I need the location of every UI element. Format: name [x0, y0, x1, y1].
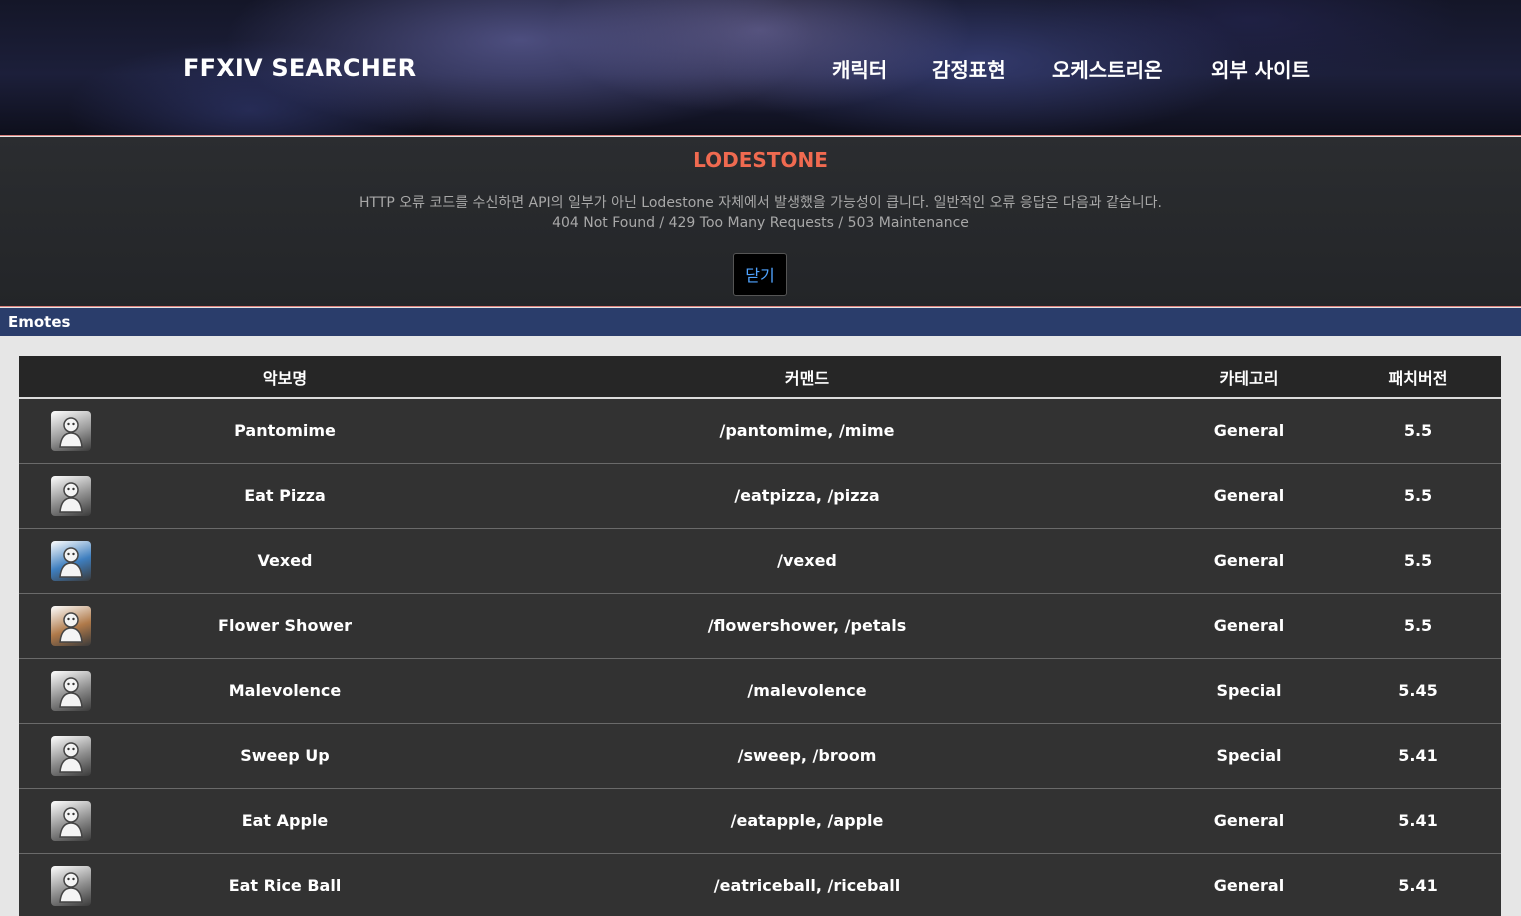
emote-name: Eat Pizza [244, 486, 326, 505]
section-title: Emotes [0, 308, 1521, 336]
header-category[interactable]: 카테고리 [1163, 356, 1335, 399]
nav-item-emotes[interactable]: 감정표현 [932, 54, 1006, 83]
eat-rice-ball-icon [51, 865, 91, 906]
emote-name: Malevolence [228, 681, 342, 700]
table-row[interactable]: Eat Pizza/eatpizza, /pizza General 5.5 [19, 463, 1501, 528]
emote-command: /pantomime, /mime [719, 421, 895, 441]
emote-name: Eat Rice Ball [228, 876, 342, 895]
nav-item-character[interactable]: 캐릭터 [832, 54, 887, 83]
emote-command: /vexed [777, 551, 837, 570]
emote-command: /sweep, /broom [737, 746, 877, 765]
emote-icon-cell [19, 788, 119, 853]
emote-icon-cell [19, 658, 119, 723]
vexed-icon [51, 540, 91, 581]
header-command[interactable]: 커맨드 [451, 356, 1163, 399]
emote-command: /eatapple, /apple [730, 811, 884, 830]
table-row[interactable]: Eat Rice Ball/eatriceball, /riceball Gene… [19, 853, 1501, 916]
emote-category: General [1213, 421, 1285, 441]
header-name[interactable]: 악보명 [119, 356, 451, 399]
eat-pizza-icon [51, 475, 91, 516]
table-row[interactable]: Flower Shower/flowershower, /petals Gener… [19, 593, 1501, 658]
emote-name: Vexed [257, 551, 313, 570]
emote-command: /eatriceball, /riceball [713, 876, 901, 895]
emote-icon-cell [19, 528, 119, 593]
emote-category: General [1213, 486, 1285, 505]
emote-patch-version: 5.41 [1398, 746, 1438, 765]
eat-apple-icon [51, 800, 91, 841]
table-row[interactable]: Sweep Up/sweep, /broom Special 5.41 [19, 723, 1501, 788]
notice-message: HTTP 오류 코드를 수신하면 API의 일부가 아닌 Lodestone 자… [358, 195, 1162, 211]
emote-name: Sweep Up [240, 746, 330, 765]
emote-icon-cell [19, 398, 119, 463]
emote-category: General [1213, 551, 1285, 570]
lodestone-notice: LODESTONE HTTP 오류 코드를 수신하면 API의 일부가 아닌 L… [0, 137, 1521, 307]
emotes-table-container: 악보명 커맨드 카테고리 패치버전 Pantomime/pantomime, /… [19, 356, 1501, 916]
emote-patch-version: 5.5 [1403, 486, 1433, 505]
nav-item-external-sites[interactable]: 외부 사이트 [1211, 54, 1310, 83]
close-button[interactable]: 닫기 [733, 253, 787, 296]
emote-name: Flower Shower [218, 616, 352, 635]
main-nav: 캐릭터 감정표현 오케스트리온 외부 사이트 [0, 54, 1521, 84]
table-header-row: 악보명 커맨드 카테고리 패치버전 [19, 356, 1501, 399]
emote-category: General [1213, 616, 1285, 635]
emote-patch-version: 5.41 [1398, 876, 1438, 895]
emote-command: /eatpizza, /pizza [734, 486, 880, 505]
notice-title: LODESTONE [693, 148, 828, 172]
emote-icon-cell [19, 853, 119, 916]
emote-patch-version: 5.45 [1398, 681, 1438, 700]
emote-icon-cell [19, 723, 119, 788]
emote-patch-version: 5.41 [1398, 811, 1438, 830]
nav-item-orchestrion[interactable]: 오케스트리온 [1052, 54, 1162, 83]
emote-category: Special [1216, 746, 1282, 765]
emote-command: /flowershower, /petals [707, 616, 907, 635]
table-row[interactable]: Vexed/vexed General 5.5 [19, 528, 1501, 593]
emote-command: /malevolence [747, 681, 867, 700]
emote-category: General [1213, 811, 1285, 830]
emotes-table: 악보명 커맨드 카테고리 패치버전 Pantomime/pantomime, /… [19, 356, 1501, 916]
sweep-up-icon [51, 735, 91, 776]
table-row[interactable]: Eat Apple/eatapple, /apple General 5.41 [19, 788, 1501, 853]
emote-category: General [1213, 876, 1285, 895]
emote-category: Special [1216, 681, 1282, 700]
flower-shower-icon [51, 605, 91, 646]
header-icon-column [19, 356, 119, 399]
malevolence-icon [51, 670, 91, 711]
emote-name: Eat Apple [241, 811, 329, 830]
notice-error-codes: 404 Not Found / 429 Too Many Requests / … [552, 215, 969, 231]
emote-name: Pantomime [234, 421, 336, 441]
site-header: FFXIV SEARCHER 캐릭터 감정표현 오케스트리온 외부 사이트 [0, 0, 1521, 136]
emote-patch-version: 5.5 [1403, 421, 1433, 441]
emote-icon-cell [19, 463, 119, 528]
table-row[interactable]: Malevolence/malevolence Special 5.45 [19, 658, 1501, 723]
emote-patch-version: 5.5 [1403, 616, 1433, 635]
pantomime-icon [51, 410, 91, 451]
emote-patch-version: 5.5 [1403, 551, 1433, 570]
header-patch-version[interactable]: 패치버전 [1335, 356, 1501, 399]
emote-icon-cell [19, 593, 119, 658]
table-row[interactable]: Pantomime/pantomime, /mime General 5.5 [19, 398, 1501, 463]
